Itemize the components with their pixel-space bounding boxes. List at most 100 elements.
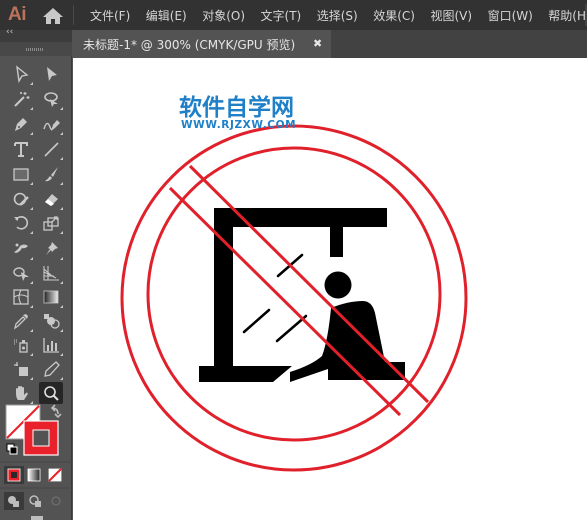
tool-group-indicator — [60, 157, 63, 160]
selection-icon — [47, 67, 57, 81]
person-body — [290, 301, 405, 382]
lasso-tool[interactable] — [39, 88, 63, 110]
tool-group-indicator — [30, 132, 33, 135]
type-tool[interactable] — [9, 138, 33, 160]
menu-edit[interactable]: 编辑(E) — [146, 7, 187, 24]
mesh-tool[interactable] — [9, 286, 33, 308]
selection-tool[interactable] — [39, 63, 63, 85]
document-tab[interactable]: 未标题-1* @ 300% (CMYK/GPU 预览) ✖ — [73, 30, 331, 58]
rectangle-icon — [13, 168, 29, 181]
shaper-icon — [13, 192, 29, 206]
menu-type[interactable]: 文字(T) — [261, 7, 302, 24]
symbol-sprayer-icon — [14, 339, 28, 353]
shape-builder-tool[interactable] — [9, 262, 33, 284]
tool-group-indicator — [30, 107, 33, 110]
column-graph-icon — [43, 338, 59, 353]
puppet-warp-tool[interactable] — [9, 238, 33, 260]
menu-object[interactable]: 对象(O) — [202, 7, 245, 24]
slice-tool[interactable] — [39, 358, 63, 380]
close-icon[interactable]: ✖ — [313, 37, 322, 50]
tool-group-indicator — [30, 377, 33, 380]
gradient-tool[interactable] — [39, 286, 63, 308]
blend-tool[interactable] — [39, 310, 63, 332]
paintbrush-tool[interactable] — [39, 163, 63, 185]
none-mode-button[interactable] — [48, 468, 62, 482]
inner-ring — [146, 146, 442, 442]
tool-group-indicator — [30, 207, 33, 210]
eyedropper-icon — [13, 314, 28, 330]
home-icon[interactable] — [42, 7, 64, 25]
app-logo: Ai — [8, 4, 27, 25]
tool-group-indicator — [60, 353, 63, 356]
document-tab-bar: 未标题-1* @ 300% (CMYK/GPU 预览) ✖ — [73, 30, 587, 58]
lasso-icon — [44, 92, 58, 107]
menu-select[interactable]: 选择(S) — [317, 7, 358, 24]
scale-icon — [43, 216, 59, 231]
person-head — [324, 271, 352, 299]
curvature-icon — [43, 120, 60, 131]
eyedropper-tool[interactable] — [9, 310, 33, 332]
watermark-title: 软件自学网 — [179, 95, 294, 121]
pin-tool[interactable] — [39, 238, 63, 260]
pen-tool[interactable] — [9, 113, 33, 135]
swap-fill-stroke-icon[interactable] — [50, 404, 62, 419]
gallows-base — [199, 366, 292, 382]
tool-group-indicator — [30, 157, 33, 160]
direct-selection-tool[interactable] — [9, 63, 33, 85]
edit-toolbar-icon[interactable] — [31, 516, 43, 520]
gradient-mode-button[interactable] — [27, 468, 41, 482]
shape-builder-icon — [13, 267, 29, 281]
outer-ring — [120, 124, 468, 472]
tool-group-indicator — [60, 305, 63, 308]
main-menu: 文件(F) 编辑(E) 对象(O) 文字(T) 选择(S) 效果(C) 视图(V… — [90, 0, 587, 30]
tool-group-indicator — [30, 353, 33, 356]
perspective-grid-tool[interactable] — [39, 262, 63, 284]
shaper-tool[interactable] — [9, 188, 33, 210]
default-fill-stroke-icon[interactable] — [6, 443, 18, 455]
color-mode-button[interactable] — [4, 466, 24, 484]
menu-separator — [73, 5, 74, 25]
type-icon — [14, 142, 28, 157]
eraser-tool[interactable] — [39, 188, 63, 210]
pictogram-glass-lines — [242, 253, 308, 343]
curvature-tool[interactable] — [39, 113, 63, 135]
draw-behind-button[interactable] — [29, 495, 41, 507]
line-segment-tool[interactable] — [39, 138, 63, 160]
magic-wand-tool[interactable] — [9, 88, 33, 110]
stroke-swatch[interactable] — [23, 420, 59, 456]
tool-group-indicator — [30, 329, 33, 332]
menu-window[interactable]: 窗口(W) — [488, 7, 533, 24]
menu-file[interactable]: 文件(F) — [90, 7, 130, 24]
gradient-icon — [43, 290, 59, 304]
tool-group-indicator — [60, 182, 63, 185]
tool-group-indicator — [60, 257, 63, 260]
tool-group-indicator — [30, 257, 33, 260]
collapse-panel-button[interactable]: ‹‹ — [6, 27, 13, 37]
rotate-tool[interactable] — [9, 212, 33, 234]
tool-group-indicator — [30, 281, 33, 284]
tool-group-indicator — [60, 281, 63, 284]
column-graph-tool[interactable] — [39, 334, 63, 356]
pictogram-person[interactable] — [290, 271, 405, 383]
prohibition-sign[interactable] — [120, 124, 468, 472]
tool-group-indicator — [60, 207, 63, 210]
artboard-canvas[interactable]: 软件自学网 WWW.RJZXW.COM — [73, 58, 587, 520]
tool-group-indicator — [30, 82, 33, 85]
symbol-sprayer-tool[interactable] — [9, 334, 33, 356]
panel-grip[interactable] — [0, 42, 72, 56]
rotate-icon — [14, 216, 29, 230]
menu-view[interactable]: 视图(V) — [430, 7, 472, 24]
line-segment-icon — [44, 142, 59, 157]
menu-effect[interactable]: 效果(C) — [373, 7, 415, 24]
draw-inside-button[interactable] — [51, 496, 61, 506]
menu-help[interactable]: 帮助(H) — [548, 7, 587, 24]
mesh-icon — [13, 289, 29, 305]
watermark-url: WWW.RJZXW.COM — [181, 119, 297, 131]
menu-bar: Ai 文件(F) 编辑(E) 对象(O) 文字(T) 选择(S) 效果(C) 视… — [0, 0, 587, 30]
scale-tool[interactable] — [39, 212, 63, 234]
rectangle-tool[interactable] — [9, 163, 33, 185]
draw-normal-button[interactable] — [4, 492, 24, 510]
tool-group-indicator — [60, 132, 63, 135]
artboard-tool[interactable] — [9, 358, 33, 380]
puppet-warp-icon — [14, 243, 28, 253]
